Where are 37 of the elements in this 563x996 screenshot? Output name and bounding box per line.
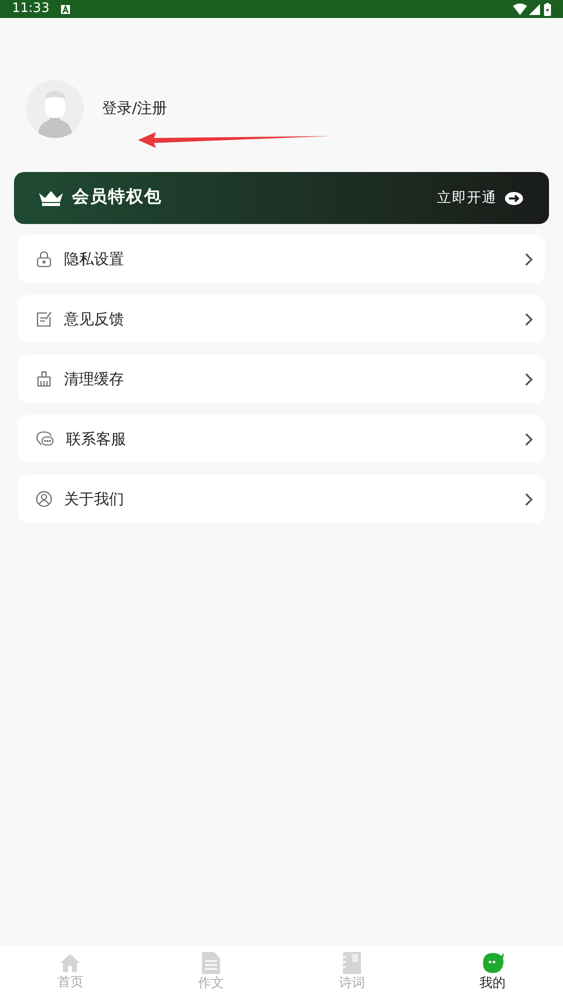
battery-icon	[544, 2, 551, 16]
menu-label: 清理缓存	[64, 368, 124, 390]
menu-item[interactable]: 联系客服	[18, 415, 545, 463]
note-edit-icon	[36, 311, 52, 327]
menu-item[interactable]: 清理缓存	[18, 355, 545, 403]
notification-icon	[61, 4, 70, 14]
chevron-right-icon	[525, 432, 533, 446]
avatar-icon[interactable]	[26, 80, 84, 138]
menu-item[interactable]: 隐私设置	[18, 235, 545, 283]
login-link[interactable]: 登录/注册	[102, 96, 168, 120]
chat-icon	[36, 431, 54, 447]
menu-item[interactable]: 关于我们	[18, 475, 545, 523]
menu-label: 隐私设置	[64, 248, 124, 270]
chevron-right-icon	[525, 252, 533, 266]
vip-banner[interactable]: 会员特权包 立即开通	[14, 172, 549, 224]
chevron-right-icon	[525, 312, 533, 326]
user-icon	[36, 491, 52, 507]
lock-icon	[36, 251, 52, 267]
vip-title: 会员特权包	[72, 186, 162, 210]
crown-icon	[38, 190, 64, 206]
activate-link[interactable]: 立即开通	[437, 188, 497, 208]
wifi-icon	[513, 3, 527, 15]
signal-icon	[529, 4, 540, 14]
menu-label: 关于我们	[64, 488, 124, 510]
arrow-right-icon	[505, 192, 523, 204]
home-icon	[60, 953, 80, 974]
chat-bubble-icon	[482, 952, 504, 974]
document-icon	[202, 952, 220, 974]
brush-icon	[36, 371, 52, 387]
notebook-icon	[342, 952, 361, 974]
chevron-right-icon	[525, 492, 533, 506]
status-time: 11:33	[12, 0, 50, 18]
chevron-right-icon	[525, 372, 533, 386]
menu-item[interactable]: 意见反馈	[18, 295, 545, 343]
tab[interactable]: 我的	[422, 946, 563, 996]
menu-label: 意见反馈	[64, 308, 124, 330]
menu-label: 联系客服	[66, 428, 126, 450]
